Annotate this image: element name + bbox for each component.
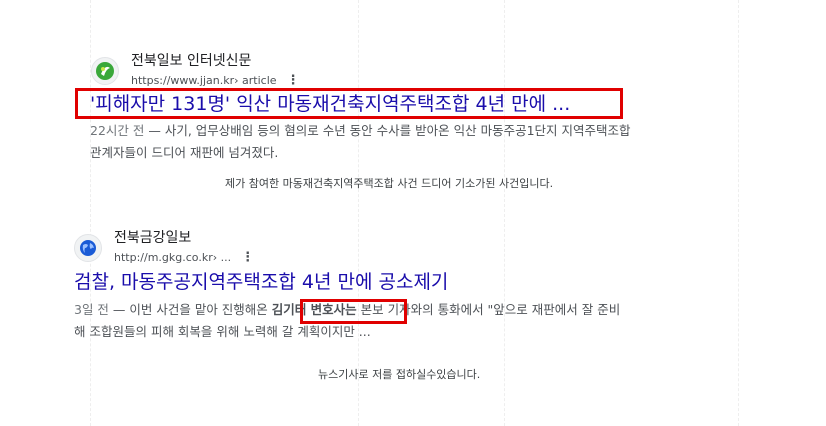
- snippet-text-1: 사기, 업무상배임 등의 혐의로 수년 동안 수사를 받아온 익산 마동주공1단…: [164, 123, 631, 138]
- source-url: https://www.jjan.kr: [131, 74, 235, 87]
- source-breadcrumb: › ...: [212, 251, 232, 264]
- guide-line: [504, 0, 505, 426]
- source-url: http://m.gkg.co.kr: [114, 251, 213, 264]
- jjan-logo-icon: [91, 56, 119, 85]
- globe-icon: [74, 233, 102, 262]
- snippet-date: 3일 전: [74, 302, 109, 317]
- snippet-dash: —: [144, 123, 165, 138]
- guide-line: [358, 0, 359, 426]
- result-title-link[interactable]: 검찰, 마동주공지역주택조합 4년 만에 공소제기: [74, 270, 448, 294]
- snippet-dash: —: [108, 302, 130, 317]
- source-name: 전북일보 인터넷신문: [131, 53, 252, 69]
- highlight-box: [300, 299, 407, 324]
- snippet-text-2: 관계자들이 드디어 재판에 넘겨졌다.: [90, 145, 279, 160]
- source-breadcrumb: › article: [234, 74, 277, 87]
- highlight-box: [75, 88, 623, 119]
- source-name: 전북금강일보: [114, 230, 192, 246]
- snippet-text-2: 해 조합원들의 피해 회복을 위해 노력해 갈 계획이지만 ...: [74, 324, 371, 339]
- annotation-note: 제가 참여한 마동재건축지역주택조합 사건 드디어 기소가된 사건입니다.: [225, 177, 554, 190]
- result-source[interactable]: 전북금강일보 http://m.gkg.co.kr › ... ⋮: [74, 231, 254, 264]
- snippet-text-1: 이번 사건을 맡아 진행해온: [129, 302, 272, 317]
- annotation-note: 뉴스기사로 저를 접하실수있습니다.: [318, 368, 481, 381]
- result-snippet: 22시간 전 — 사기, 업무상배임 등의 혐의로 수년 동안 수사를 받아온 …: [90, 120, 631, 164]
- more-options-icon[interactable]: ⋮: [287, 74, 300, 87]
- snippet-date: 22시간 전: [90, 123, 145, 138]
- result-source[interactable]: 전북일보 인터넷신문 https://www.jjan.kr › article…: [91, 54, 300, 87]
- guide-line: [738, 0, 739, 426]
- more-options-icon[interactable]: ⋮: [241, 251, 254, 264]
